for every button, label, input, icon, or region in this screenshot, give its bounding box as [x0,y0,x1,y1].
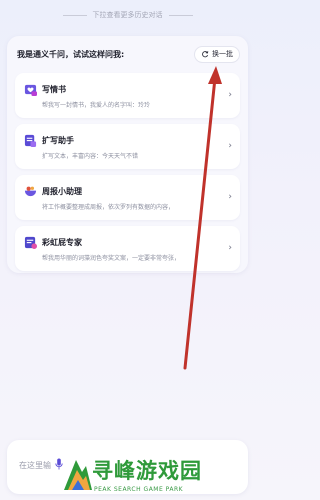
divider [62,14,87,16]
divider [168,14,193,16]
watermark-subtitle: PEAK SEARCH GAME PARK [94,486,184,493]
prompt-suggestions-panel: 我是通义千问，试试这样问我: 换一批 写情书 帮我写一封情书，我爱人的名字叫：玲… [7,36,248,273]
refresh-batch-button[interactable]: 换一批 [194,45,240,63]
history-hint-text: 下拉查看更多历史对话 [92,11,163,19]
chevron-right-icon: › [228,243,232,253]
refresh-batch-label: 换一批 [212,50,233,58]
chevron-right-icon: › [228,141,232,151]
mountain-logo-icon [64,460,92,490]
refresh-icon [202,51,209,58]
card-description: 帮我用华丽的词藻润色夸奖文案，一定要非常夸张， [42,255,181,262]
suggestion-card-weekly-report[interactable]: 周报小助理 将工作概要整理成周报，依次罗列有数据的内容， › [15,175,240,220]
message-input-placeholder[interactable]: 在这里输 [19,460,51,471]
card-title: 周报小助理 [42,187,82,196]
panel-header: 我是通义千问，试试这样问我: 换一批 [17,45,240,63]
card-title: 彩虹屁专家 [42,238,82,247]
card-title: 写情书 [42,85,66,94]
card-description: 将工作概要整理成周报，依次罗列有数据的内容， [42,204,175,211]
suggestion-card-expand-assistant[interactable]: 扩写助手 扩写文本，丰富内容：今天天气不错 › [15,124,240,169]
suggestion-card-love-letter[interactable]: 写情书 帮我写一封情书，我爱人的名字叫：玲玲 › [15,73,240,118]
chevron-right-icon: › [228,90,232,100]
chevron-right-icon: › [228,192,232,202]
rainbow-praise-icon [24,236,37,249]
watermark-title: 寻峰游戏园 [92,459,202,483]
history-hint: 下拉查看更多历史对话 [0,10,255,20]
card-title: 扩写助手 [42,136,74,145]
watermark-logo: 寻峰游戏园 PEAK SEARCH GAME PARK [62,452,252,498]
prompt-text: 我是通义千问，试试这样问我: [17,49,125,59]
card-description: 帮我写一封情书，我爱人的名字叫：玲玲 [42,102,151,109]
expand-doc-icon [24,134,37,147]
card-description: 扩写文本，丰富内容：今天天气不错 [42,153,139,160]
report-bowl-icon [24,186,37,197]
heart-letter-icon [24,84,37,96]
suggestion-card-rainbow-praise[interactable]: 彩虹屁专家 帮我用华丽的词藻润色夸奖文案，一定要非常夸张， › [15,226,240,271]
